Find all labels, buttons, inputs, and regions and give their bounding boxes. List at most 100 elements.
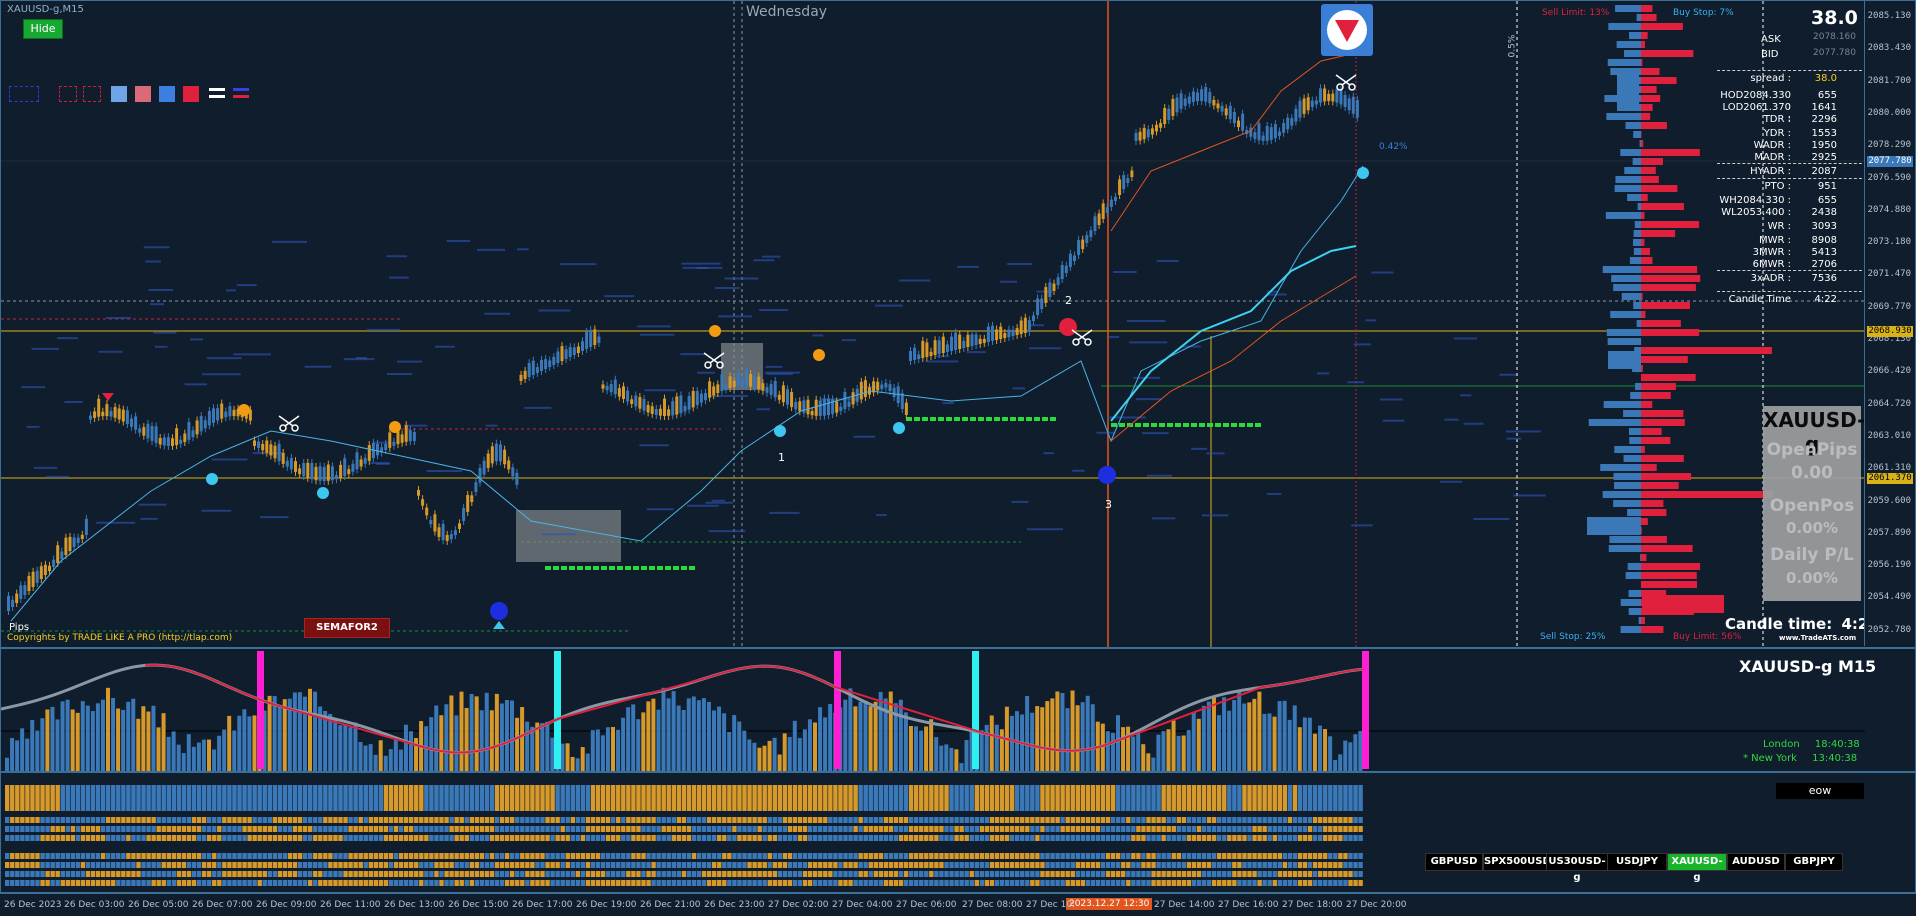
candle-body	[261, 444, 264, 450]
trend-cell	[227, 880, 231, 886]
swatch-light-blue[interactable]	[111, 86, 127, 102]
trend-cell	[101, 835, 105, 841]
candle-body	[909, 351, 912, 361]
pair-button-usdjpy[interactable]: USDJPY	[1607, 853, 1667, 871]
candle-body	[269, 444, 272, 455]
trend-cell	[1333, 871, 1337, 877]
trend-cell	[1010, 835, 1014, 841]
trend-cell	[1005, 785, 1009, 811]
volume-profile-buy	[1606, 212, 1641, 219]
hide-button[interactable]: Hide	[23, 19, 63, 39]
candle-body	[397, 431, 400, 444]
trend-cell	[136, 817, 140, 823]
trend-cell	[5, 785, 9, 811]
histogram-bar	[1081, 702, 1085, 771]
rect-outline-red-tool-2[interactable]	[83, 86, 101, 102]
main-chart-pane[interactable]: 123 XAUUSD-g,M15 Hide Wednesday Copyrigh…	[0, 0, 1916, 648]
time-axis[interactable]: 2023.12.27 12:30 26 Dec 202326 Dec 03:00…	[0, 893, 1916, 916]
trend-cell	[5, 835, 9, 841]
candle-body	[1024, 318, 1027, 333]
trend-cell	[970, 817, 974, 823]
trend-strip-pane[interactable]: eow	[0, 772, 1916, 893]
trend-cell	[414, 835, 418, 841]
trend-strip-canvas[interactable]	[1, 773, 1865, 892]
eow-button[interactable]: eow	[1776, 783, 1864, 799]
trend-cell	[555, 785, 559, 811]
trend-cell	[621, 880, 625, 886]
trend-cell	[874, 871, 878, 877]
trend-cell	[692, 835, 696, 841]
trend-cell	[995, 785, 999, 811]
pair-button-gbpusd[interactable]: GBPUSD	[1425, 853, 1483, 871]
trend-cell	[389, 871, 393, 877]
candle-body	[827, 399, 830, 415]
pair-button-us30usdg[interactable]: US30USD-g	[1546, 853, 1608, 871]
trend-cell	[813, 826, 817, 832]
trend-cell	[924, 880, 928, 886]
rect-outline-red-tool[interactable]	[59, 86, 77, 102]
oscillator-pane[interactable]: XAUUSD-g M15 London 18:40:38 * New York …	[0, 648, 1916, 772]
semafor-button[interactable]: SEMAFOR2	[304, 618, 390, 638]
trend-cell	[555, 880, 559, 886]
trend-cell	[1141, 853, 1145, 859]
swatch-blue[interactable]	[159, 86, 175, 102]
main-chart-canvas[interactable]: 123	[1, 1, 1865, 647]
trend-cell	[374, 785, 378, 811]
volume-profile-sell	[1641, 293, 1643, 300]
price-axis[interactable]: 2085.1302083.4302081.7002080.0002078.290…	[1864, 1, 1915, 646]
arrow-up-icon	[493, 621, 505, 629]
swatch-pink[interactable]	[135, 86, 151, 102]
trend-cell	[182, 826, 186, 832]
trend-cell	[707, 835, 711, 841]
swatch-red[interactable]	[183, 86, 199, 102]
trend-cell	[379, 871, 383, 877]
trend-cell	[1358, 835, 1362, 841]
trend-cell	[207, 871, 211, 877]
pair-button-audusd[interactable]: AUDUSD	[1727, 853, 1785, 871]
trend-cell	[798, 826, 802, 832]
trend-cell	[1020, 835, 1024, 841]
pair-button-gbpjpy[interactable]: GBPJPY	[1785, 853, 1843, 871]
trend-cell	[757, 826, 761, 832]
trend-cell	[167, 871, 171, 877]
trend-cell	[308, 880, 312, 886]
histogram-bar	[606, 727, 610, 771]
stat-value: 3093	[1797, 221, 1837, 232]
trend-cell	[752, 853, 756, 859]
trend-cell	[1045, 871, 1049, 877]
trend-cell	[1141, 880, 1145, 886]
trend-cell	[667, 862, 671, 868]
pair-button-spx500usd[interactable]: SPX500USD-	[1483, 853, 1547, 871]
trend-cell	[1030, 785, 1034, 811]
trend-cell	[404, 835, 408, 841]
trend-cell	[409, 871, 413, 877]
trend-cell	[35, 862, 39, 868]
trend-cell	[970, 785, 974, 811]
volume-profile-sell	[1641, 23, 1683, 30]
trend-cell	[813, 880, 817, 886]
candle-body	[733, 381, 736, 387]
rect-outline-tool[interactable]	[9, 86, 39, 102]
trend-cell	[1328, 862, 1332, 868]
stat-row: WADR :1950	[1717, 140, 1867, 152]
trend-cell	[247, 785, 251, 811]
candle-body	[782, 385, 785, 402]
trend-cell	[894, 835, 898, 841]
trend-cell	[1025, 880, 1029, 886]
trend-cell	[35, 785, 39, 811]
trend-cell	[151, 835, 155, 841]
line-tool-white[interactable]	[209, 86, 225, 102]
trend-cell	[793, 826, 797, 832]
trend-cell	[646, 871, 650, 877]
histogram-bar	[641, 712, 645, 771]
oscillator-canvas[interactable]	[1, 649, 1865, 771]
line-tool-red[interactable]	[233, 86, 249, 102]
trend-cell	[222, 826, 226, 832]
pair-button-xauusdg[interactable]: XAUUSD-g	[1667, 853, 1727, 871]
candle-body	[1032, 316, 1035, 321]
histogram-bar	[232, 731, 236, 771]
candle-body	[913, 348, 916, 360]
trend-cell	[1071, 862, 1075, 868]
histogram-bar	[571, 757, 575, 771]
trend-cell	[1146, 785, 1150, 811]
